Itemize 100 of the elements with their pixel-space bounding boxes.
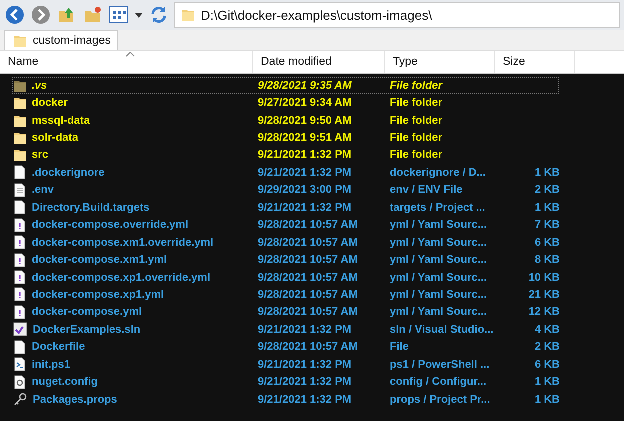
file-icon [13, 165, 27, 180]
column-header[interactable]: Name [0, 51, 253, 73]
file-name[interactable]: docker-compose.xm1.override.yml [30, 236, 214, 249]
file-name[interactable]: .env [30, 184, 54, 196]
date-modified: 9/28/2021 10:57 AM [257, 219, 358, 232]
file-type: ps1 / PowerShell ... [389, 358, 490, 371]
date-modified: 9/21/2021 1:32 PM [257, 202, 352, 214]
folder-icon [13, 34, 27, 48]
date-modified: 9/28/2021 10:57 AM [257, 306, 358, 318]
file-type: File [389, 341, 409, 354]
date-modified: 9/28/2021 9:35 AM [257, 80, 352, 92]
folder-icon [13, 148, 27, 162]
file-name[interactable]: mssql-data [30, 114, 90, 127]
date-modified: 9/27/2021 9:34 AM [257, 97, 352, 110]
file-type: env / ENV File [389, 184, 463, 196]
address-field[interactable]: D:\Git\docker-examples\custom-images\ [174, 2, 620, 28]
folder-tab[interactable]: custom-images [4, 30, 118, 50]
file-type: yml / Yaml Sourc... [389, 288, 488, 301]
file-icon [13, 340, 27, 355]
file-name[interactable]: docker-compose.override.yml [30, 219, 189, 232]
yaml-file-icon [13, 270, 27, 286]
file-size: 2 KB [534, 341, 560, 354]
date-modified: 9/28/2021 9:51 AM [257, 132, 352, 144]
folder-icon [181, 8, 195, 22]
file-name[interactable]: init.ps1 [30, 358, 71, 371]
date-modified: 9/21/2021 1:32 PM [257, 166, 352, 179]
file-size: 1 KB [534, 376, 560, 388]
file-type: yml / Yaml Sourc... [389, 254, 488, 266]
file-size: 6 KB [534, 358, 560, 371]
date-modified: 9/21/2021 1:32 PM [257, 149, 352, 162]
file-name[interactable]: docker [30, 97, 68, 110]
file-size: 12 KB [528, 306, 560, 318]
file-type: dockerignore / D... [389, 166, 486, 179]
view-button[interactable] [108, 4, 130, 26]
column-header[interactable]: Size [495, 51, 575, 73]
yaml-file-icon [13, 218, 27, 233]
file-type: yml / Yaml Sourc... [389, 272, 488, 284]
config-file-icon [13, 374, 27, 390]
yaml-file-icon [13, 235, 27, 250]
date-modified: 9/28/2021 10:57 AM [257, 341, 358, 354]
date-modified: 9/21/2021 1:32 PM [257, 358, 352, 371]
file-size: 21 KB [528, 288, 560, 301]
file-size: 8 KB [534, 254, 560, 266]
yaml-file-icon [13, 287, 27, 302]
date-modified: 9/28/2021 10:57 AM [257, 236, 358, 249]
file-type: File folder [389, 114, 443, 127]
folder-icon [13, 131, 27, 146]
file-size: 10 KB [528, 272, 560, 284]
folder-icon [13, 96, 27, 110]
date-modified: 9/28/2021 10:57 AM [257, 254, 358, 266]
file-type: sln / Visual Studio... [389, 324, 494, 336]
file-size: 2 KB [534, 184, 560, 196]
file-name[interactable]: .vs [30, 80, 48, 92]
forward-button[interactable] [30, 4, 52, 26]
file-type: props / Project Pr... [389, 394, 490, 406]
script-file-icon [13, 357, 27, 372]
file-type: File folder [389, 97, 443, 110]
file-name[interactable]: Directory.Build.targets [30, 202, 150, 214]
file-name[interactable]: docker-compose.yml [30, 306, 142, 318]
file-type: yml / Yaml Sourc... [389, 236, 488, 249]
date-modified: 9/29/2021 3:00 PM [257, 184, 352, 196]
back-button[interactable] [4, 4, 26, 26]
date-modified: 9/21/2021 1:32 PM [257, 324, 352, 336]
address-path: D:\Git\docker-examples\custom-images\ [201, 8, 432, 22]
file-type: File folder [389, 132, 443, 144]
file-type: targets / Project ... [389, 202, 486, 214]
file-icon [13, 200, 27, 216]
folder-icon [13, 114, 27, 128]
date-modified: 9/28/2021 10:57 AM [257, 272, 358, 284]
yaml-file-icon [13, 304, 27, 320]
file-name[interactable]: docker-compose.xp1.yml [30, 288, 164, 301]
file-name[interactable]: nuget.config [30, 376, 98, 388]
file-type: File folder [389, 80, 443, 92]
file-size: 1 KB [534, 166, 560, 179]
file-size: 6 KB [534, 236, 560, 249]
file-type: File folder [389, 149, 443, 162]
date-modified: 9/28/2021 10:57 AM [257, 288, 358, 301]
file-size: 4 KB [534, 324, 560, 336]
file-name[interactable]: solr-data [30, 132, 78, 144]
file-size: 1 KB [534, 394, 560, 406]
file-name[interactable]: DockerExamples.sln [31, 324, 141, 336]
file-type: yml / Yaml Sourc... [389, 219, 488, 232]
file-type: yml / Yaml Sourc... [389, 306, 488, 318]
file-size: 1 KB [534, 202, 560, 214]
file-name[interactable]: src [30, 149, 49, 162]
folder-icon [13, 78, 27, 93]
file-type: config / Configur... [389, 376, 487, 388]
text-file-icon [13, 182, 27, 198]
column-header[interactable]: Date modified [253, 51, 385, 73]
key-icon [13, 392, 28, 408]
date-modified: 9/21/2021 1:32 PM [257, 376, 352, 388]
yaml-file-icon [13, 252, 27, 268]
column-header[interactable]: Type [385, 51, 495, 73]
file-name[interactable]: docker-compose.xp1.override.yml [30, 272, 211, 284]
solution-file-icon [13, 322, 28, 338]
file-size: 7 KB [534, 219, 560, 232]
file-name[interactable]: docker-compose.xm1.yml [30, 254, 168, 266]
file-name[interactable]: Packages.props [31, 394, 118, 406]
file-name[interactable]: .dockerignore [30, 166, 105, 179]
file-name[interactable]: Dockerfile [30, 341, 86, 354]
